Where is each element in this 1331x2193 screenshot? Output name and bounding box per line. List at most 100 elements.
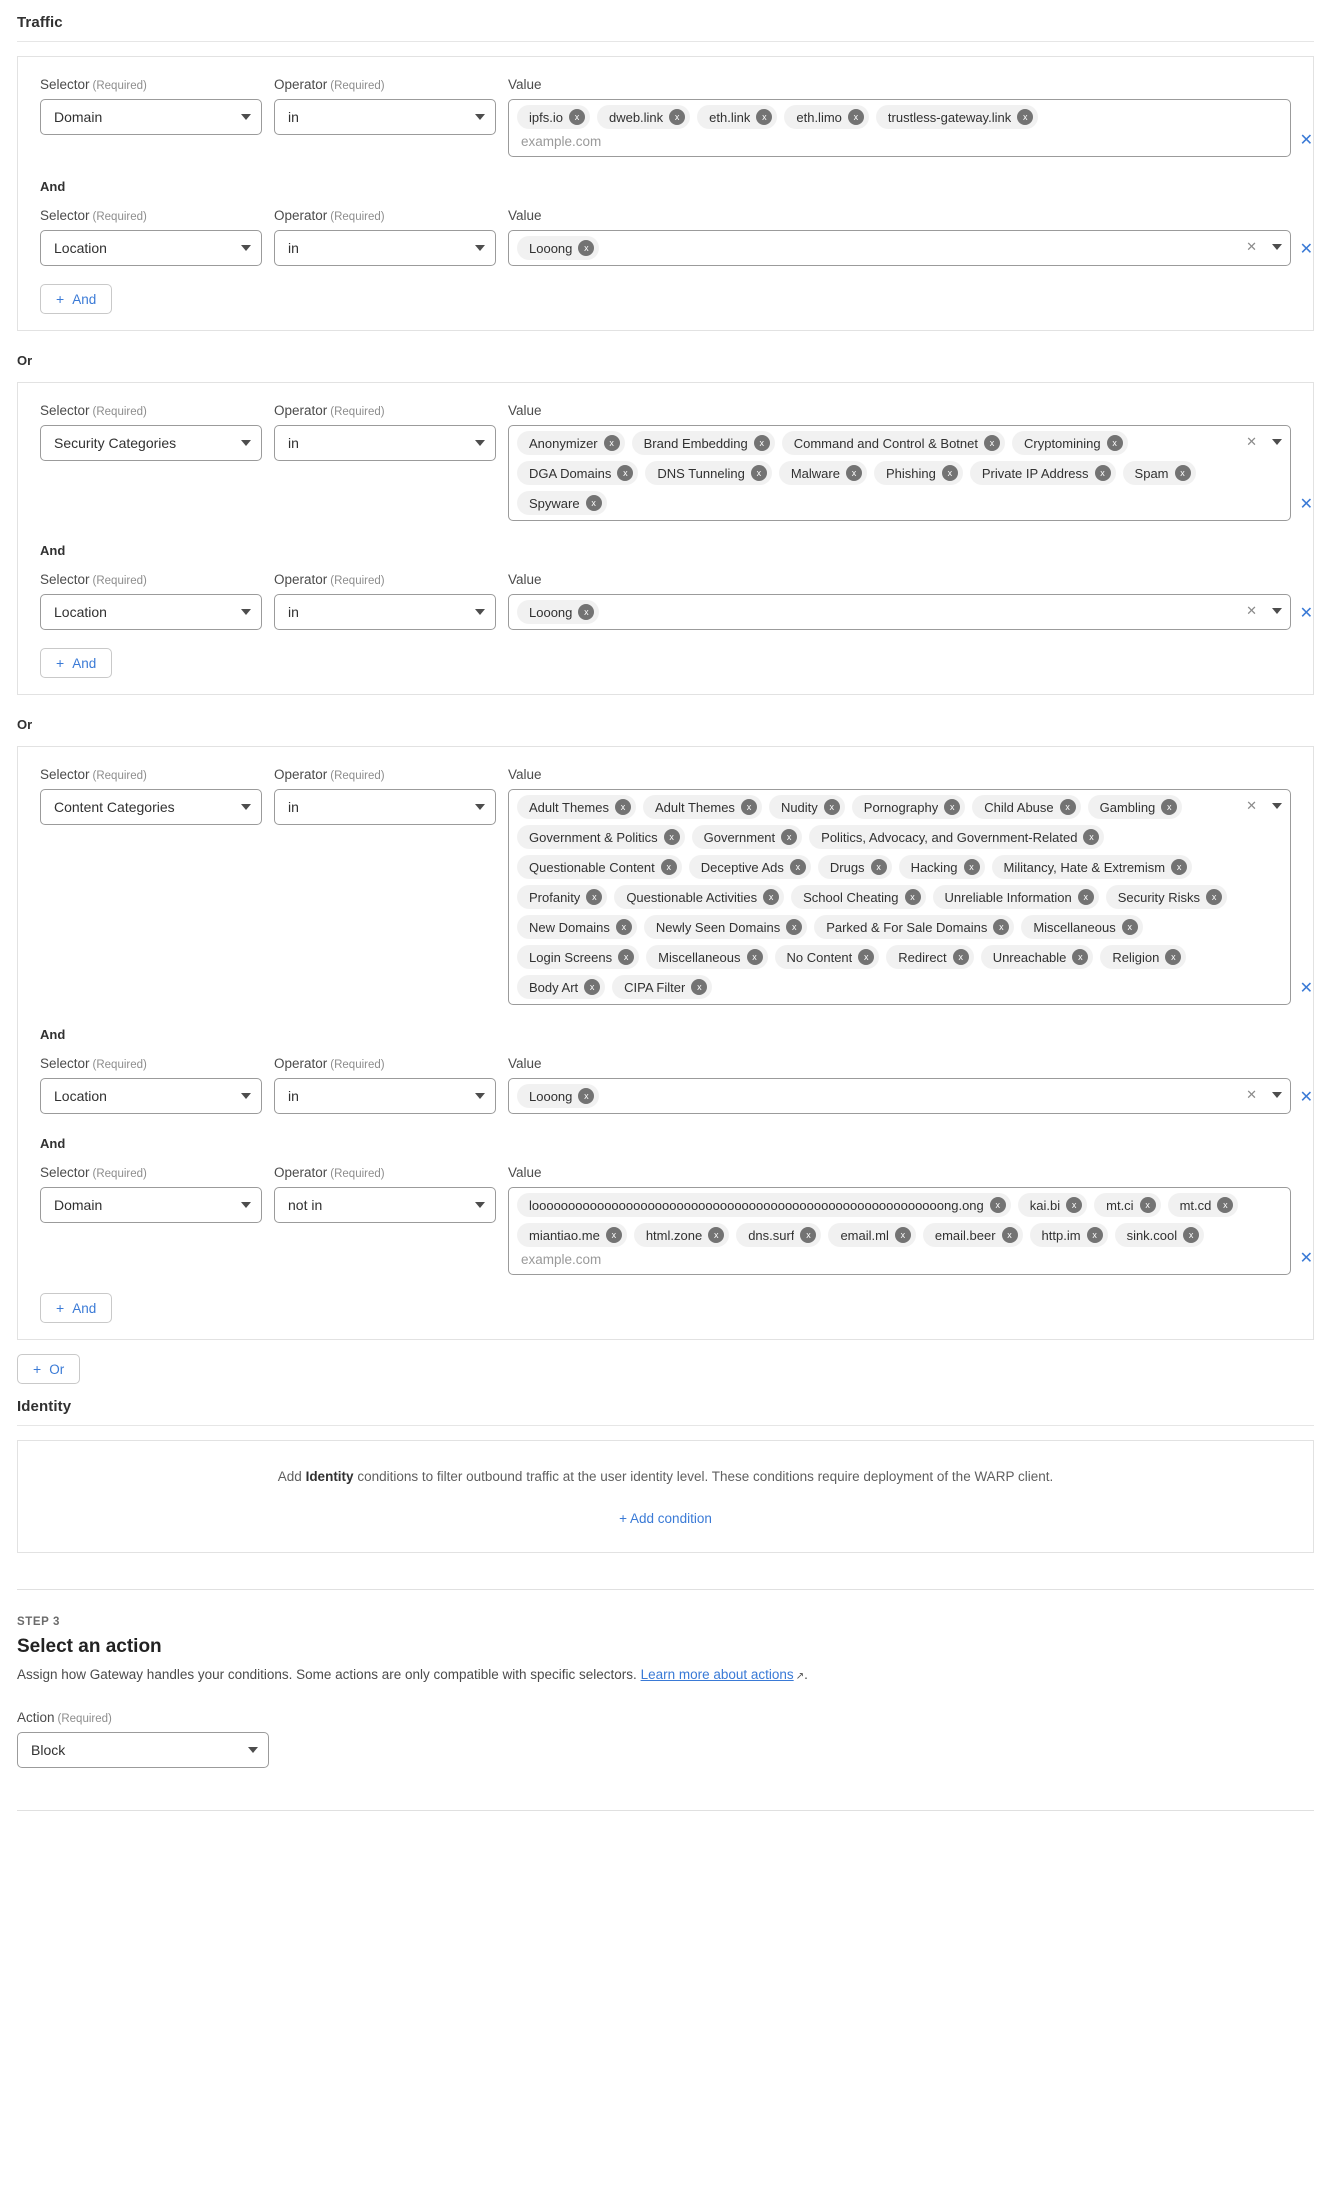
value-token-input[interactable]: Looong x ✕	[508, 594, 1291, 630]
add-and-button[interactable]: + And	[40, 648, 113, 678]
chip-remove-icon[interactable]: x	[585, 495, 602, 511]
selector-select[interactable]: Content Categories	[40, 789, 262, 825]
chip-remove-icon[interactable]: x	[1174, 465, 1191, 481]
chip-remove-icon[interactable]: x	[618, 949, 635, 965]
operator-select[interactable]: in	[274, 425, 496, 461]
chip-remove-icon[interactable]: x	[847, 109, 864, 125]
remove-condition-icon[interactable]: ✕	[1300, 133, 1313, 149]
selector-select[interactable]: Location	[40, 594, 262, 630]
remove-condition-icon[interactable]: ✕	[1300, 242, 1313, 258]
learn-more-about-actions-link[interactable]: Learn more about actions	[641, 1667, 794, 1682]
value-token-input[interactable]: Anonymizer x Brand Embedding x Command and C…	[508, 425, 1291, 521]
action-select[interactable]: Block	[17, 1732, 269, 1769]
chip-remove-icon[interactable]: x	[746, 949, 763, 965]
chip-remove-icon[interactable]: x	[740, 799, 757, 815]
remove-condition-icon[interactable]: ✕	[1300, 606, 1313, 622]
chip-remove-icon[interactable]: x	[615, 919, 632, 935]
value-token-input[interactable]: Looong x ✕	[508, 1078, 1291, 1114]
chip-remove-icon[interactable]: x	[750, 465, 767, 481]
chip-remove-icon[interactable]: x	[944, 799, 961, 815]
chip-remove-icon[interactable]: x	[800, 1227, 817, 1243]
chip-remove-icon[interactable]: x	[894, 1227, 911, 1243]
remove-condition-icon[interactable]: ✕	[1300, 1090, 1313, 1106]
chip-remove-icon[interactable]: x	[708, 1227, 725, 1243]
chip-remove-icon[interactable]: x	[845, 465, 862, 481]
chevron-down-icon[interactable]	[1272, 607, 1282, 614]
chip-remove-icon[interactable]: x	[952, 949, 969, 965]
chip-remove-icon[interactable]: x	[1086, 1227, 1103, 1243]
operator-select[interactable]: in	[274, 1078, 496, 1114]
chip-remove-icon[interactable]: x	[1059, 799, 1076, 815]
clear-all-icon[interactable]: ✕	[1246, 799, 1257, 812]
remove-condition-icon[interactable]: ✕	[1300, 1251, 1313, 1267]
chip-remove-icon[interactable]: x	[941, 465, 958, 481]
chip-remove-icon[interactable]: x	[578, 604, 595, 620]
selector-select[interactable]: Location	[40, 1078, 262, 1114]
chip-remove-icon[interactable]: x	[753, 435, 770, 451]
add-condition-link[interactable]: + Add condition	[619, 1511, 712, 1526]
chip-remove-icon[interactable]: x	[1165, 949, 1182, 965]
chip-remove-icon[interactable]: x	[605, 1227, 622, 1243]
clear-all-icon[interactable]: ✕	[1246, 604, 1257, 617]
clear-all-icon[interactable]: ✕	[1246, 435, 1257, 448]
chip-remove-icon[interactable]: x	[663, 829, 680, 845]
chip-remove-icon[interactable]: x	[1001, 1227, 1018, 1243]
selector-select[interactable]: Domain	[40, 99, 262, 135]
chip-remove-icon[interactable]: x	[904, 889, 921, 905]
chip-remove-icon[interactable]: x	[614, 799, 631, 815]
clear-all-icon[interactable]: ✕	[1246, 1088, 1257, 1101]
chip-remove-icon[interactable]: x	[568, 109, 585, 125]
chevron-down-icon[interactable]	[1272, 438, 1282, 445]
chip-remove-icon[interactable]: x	[603, 435, 620, 451]
value-token-input[interactable]: Adult Themes x Adult Themes x Nudity x Pornogr…	[508, 789, 1291, 1005]
chip-remove-icon[interactable]: x	[789, 859, 806, 875]
chip-remove-icon[interactable]: x	[756, 109, 773, 125]
chip-remove-icon[interactable]: x	[660, 859, 677, 875]
chip-remove-icon[interactable]: x	[578, 1088, 595, 1104]
chip-remove-icon[interactable]: x	[823, 799, 840, 815]
operator-select[interactable]: in	[274, 594, 496, 630]
chip-remove-icon[interactable]: x	[1106, 435, 1123, 451]
chip-remove-icon[interactable]: x	[781, 829, 798, 845]
clear-all-icon[interactable]: ✕	[1246, 240, 1257, 253]
chip-remove-icon[interactable]: x	[584, 979, 601, 995]
chip-remove-icon[interactable]: x	[1206, 889, 1223, 905]
chip-remove-icon[interactable]: x	[691, 979, 708, 995]
chevron-down-icon[interactable]	[1272, 802, 1282, 809]
chip-remove-icon[interactable]: x	[1017, 109, 1034, 125]
chip-remove-icon[interactable]: x	[1083, 829, 1100, 845]
chip-remove-icon[interactable]: x	[669, 109, 686, 125]
remove-condition-icon[interactable]: ✕	[1300, 497, 1313, 513]
chip-remove-icon[interactable]: x	[1121, 919, 1138, 935]
add-and-button[interactable]: + And	[40, 284, 113, 314]
chip-remove-icon[interactable]: x	[786, 919, 803, 935]
chip-remove-icon[interactable]: x	[963, 859, 980, 875]
selector-select[interactable]: Location	[40, 230, 262, 266]
chip-remove-icon[interactable]: x	[984, 435, 1000, 451]
chip-remove-icon[interactable]: x	[1066, 1197, 1083, 1213]
chip-remove-icon[interactable]: x	[1072, 949, 1089, 965]
selector-select[interactable]: Domain	[40, 1187, 262, 1223]
add-or-button[interactable]: + Or	[17, 1354, 81, 1384]
chip-remove-icon[interactable]: x	[870, 859, 887, 875]
chip-remove-icon[interactable]: x	[578, 240, 595, 256]
value-token-input[interactable]: ipfs.io x dweb.link x eth.link x eth.limo x trus…	[508, 99, 1291, 157]
chip-remove-icon[interactable]: x	[1183, 1227, 1200, 1243]
chip-remove-icon[interactable]: x	[1139, 1197, 1156, 1213]
operator-select[interactable]: not in	[274, 1187, 496, 1223]
chip-remove-icon[interactable]: x	[1171, 859, 1188, 875]
chip-remove-icon[interactable]: x	[617, 465, 634, 481]
chevron-down-icon[interactable]	[1272, 1091, 1282, 1098]
remove-condition-icon[interactable]: ✕	[1300, 981, 1313, 997]
value-token-input[interactable]: looooooooooooooooooooooooooooooooooooooo…	[508, 1187, 1291, 1275]
chip-remove-icon[interactable]: x	[1094, 465, 1111, 481]
operator-select[interactable]: in	[274, 230, 496, 266]
chip-remove-icon[interactable]: x	[1161, 799, 1178, 815]
add-and-button[interactable]: + And	[40, 1293, 113, 1323]
operator-select[interactable]: in	[274, 789, 496, 825]
chip-remove-icon[interactable]: x	[993, 919, 1010, 935]
chip-remove-icon[interactable]: x	[586, 889, 603, 905]
chevron-down-icon[interactable]	[1272, 243, 1282, 250]
chip-remove-icon[interactable]: x	[763, 889, 780, 905]
selector-select[interactable]: Security Categories	[40, 425, 262, 461]
